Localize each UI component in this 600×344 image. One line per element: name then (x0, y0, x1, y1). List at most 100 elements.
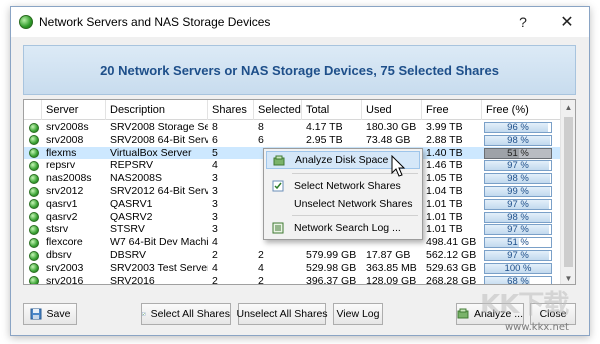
cell-shares: 3 (212, 223, 218, 236)
cell-used: 128.09 GB (366, 274, 417, 285)
save-button-label: Save (46, 308, 71, 320)
cell-shares: 2 (212, 274, 218, 285)
menu-item-label: Select Network Shares (294, 180, 401, 192)
view-log-button[interactable]: View Log (333, 303, 383, 325)
status-ok-icon (29, 250, 39, 261)
column-header-free[interactable]: Free (422, 100, 482, 120)
app-icon (19, 15, 33, 29)
free-pct-bar: 98 % (484, 173, 552, 185)
free-pct-text: 98 % (507, 173, 529, 185)
cell-free: 1.04 TB (426, 185, 463, 197)
close-window-button[interactable]: ✕ (545, 7, 589, 37)
menu-item-search-log[interactable]: Network Search Log ... (266, 219, 420, 237)
status-ok-icon (29, 135, 39, 146)
cell-server: srv2016 (46, 274, 84, 285)
free-pct-bar: 98 % (484, 134, 552, 146)
table-row[interactable]: srv2003 SRV2003 Test Server 4 4 529.98 GB 363… (24, 262, 561, 275)
cell-selected: 8 (258, 121, 264, 133)
cell-free: 1.40 TB (426, 146, 463, 159)
unselect-all-shares-button[interactable]: Unselect All Shares (236, 303, 328, 325)
column-header-used[interactable]: Used (362, 100, 422, 120)
cell-description: SRV2008 64-Bit Server (110, 133, 208, 146)
cell-shares: 3 (212, 210, 218, 223)
cell-description: STSRV (110, 223, 145, 236)
scroll-down-icon[interactable]: ▼ (561, 271, 575, 284)
status-ok-icon (29, 276, 39, 284)
column-header-total[interactable]: Total (302, 100, 362, 120)
cell-server: srv2008 (46, 133, 84, 146)
scroll-up-icon[interactable]: ▲ (561, 100, 575, 115)
table-header: Server Description Shares Selected Total… (24, 100, 561, 120)
save-button[interactable]: Save (23, 303, 77, 325)
status-ok-icon (29, 237, 39, 248)
select-all-shares-label: Select All Shares (150, 308, 230, 320)
summary-banner: 20 Network Servers or NAS Storage Device… (23, 45, 576, 95)
status-ok-icon (29, 160, 39, 171)
free-pct-bar: 96 % (484, 122, 552, 133)
column-header-free-pct[interactable]: Free (%) (482, 100, 561, 120)
view-log-label: View Log (336, 308, 380, 320)
cell-server: srv2008s (46, 121, 89, 133)
free-pct-text: 97 % (507, 198, 529, 210)
help-button[interactable]: ? (501, 7, 545, 37)
select-all-shares-button[interactable]: Select All Shares (141, 303, 231, 325)
cell-server: nas2008s (46, 172, 92, 185)
cell-free: 1.05 TB (426, 172, 463, 185)
cell-selected: 2 (258, 249, 264, 261)
cell-total: 529.98 GB (306, 261, 357, 274)
save-icon (30, 308, 42, 320)
table-row[interactable]: dbsrv DBSRV 2 2 579.99 GB 17.87 GB 562.12 GB 97… (24, 249, 561, 262)
menu-item-label: Unselect Network Shares (294, 198, 413, 210)
cell-free: 1.46 TB (426, 159, 463, 172)
free-pct-text: 99 % (507, 186, 529, 197)
cell-free: 498.41 GB (426, 236, 477, 249)
menu-item-label: Network Search Log ... (294, 222, 401, 234)
column-header-server[interactable]: Server (42, 100, 106, 120)
cell-server: srv2003 (46, 261, 84, 274)
summary-text: 20 Network Servers or NAS Storage Device… (100, 62, 499, 78)
select-shares-icon (272, 180, 284, 192)
free-pct-bar: 99 % (484, 186, 552, 197)
free-pct-bar: 97 % (484, 160, 552, 172)
column-header-shares[interactable]: Shares (208, 100, 254, 120)
status-column-header[interactable] (24, 100, 42, 120)
select-all-icon (142, 312, 146, 316)
status-ok-icon (29, 122, 39, 133)
mouse-pointer-icon (391, 155, 406, 177)
cell-description: SRV2008 Storage Server (110, 121, 208, 133)
cell-used: 363.85 MB (366, 261, 417, 274)
menu-item-select-shares[interactable]: Select Network Shares (266, 177, 420, 195)
cell-used: 17.87 GB (366, 249, 411, 261)
column-header-description[interactable]: Description (106, 100, 208, 120)
free-pct-bar: 100 % (484, 262, 552, 274)
free-pct-text: 98 % (507, 211, 529, 223)
window-title: Network Servers and NAS Storage Devices (39, 15, 271, 29)
cell-description: W7 64-Bit Dev Machine (110, 236, 208, 249)
cell-description: DBSRV (110, 249, 146, 261)
cell-total: 4.17 TB (306, 121, 343, 133)
cell-used: 180.30 GB (366, 121, 417, 133)
menu-item-unselect-shares[interactable]: Unselect Network Shares (266, 195, 420, 213)
cell-selected: 6 (258, 133, 264, 146)
free-pct-bar: 98 % (484, 211, 552, 223)
cell-description: VirtualBox Server (110, 146, 192, 159)
scroll-thumb[interactable] (564, 117, 573, 267)
cell-shares: 4 (212, 159, 218, 172)
vertical-scrollbar[interactable]: ▲ ▼ (560, 100, 575, 284)
watermark-url: www.kkx.net (505, 322, 569, 333)
cell-server: qasrv2 (46, 210, 78, 223)
table-row[interactable]: srv2008s SRV2008 Storage Server 8 8 4.17 TB 1… (24, 121, 561, 134)
title-bar: Network Servers and NAS Storage Devices … (11, 7, 589, 37)
cell-shares: 5 (212, 146, 218, 159)
cell-description: QASRV2 (110, 210, 153, 223)
column-header-selected[interactable]: Selected (254, 100, 302, 120)
cell-selected: 2 (258, 274, 264, 285)
free-pct-text: 96 % (507, 122, 529, 133)
status-ok-icon (29, 186, 39, 197)
free-pct-text: 51 % (507, 237, 529, 249)
cell-free: 529.63 GB (426, 261, 477, 274)
cell-shares: 3 (212, 197, 218, 210)
cell-description: QASRV1 (110, 197, 153, 210)
watermark-logo: KK下载 (480, 290, 569, 320)
table-row[interactable]: srv2008 SRV2008 64-Bit Server 6 6 2.95 TB 73.… (24, 134, 561, 147)
